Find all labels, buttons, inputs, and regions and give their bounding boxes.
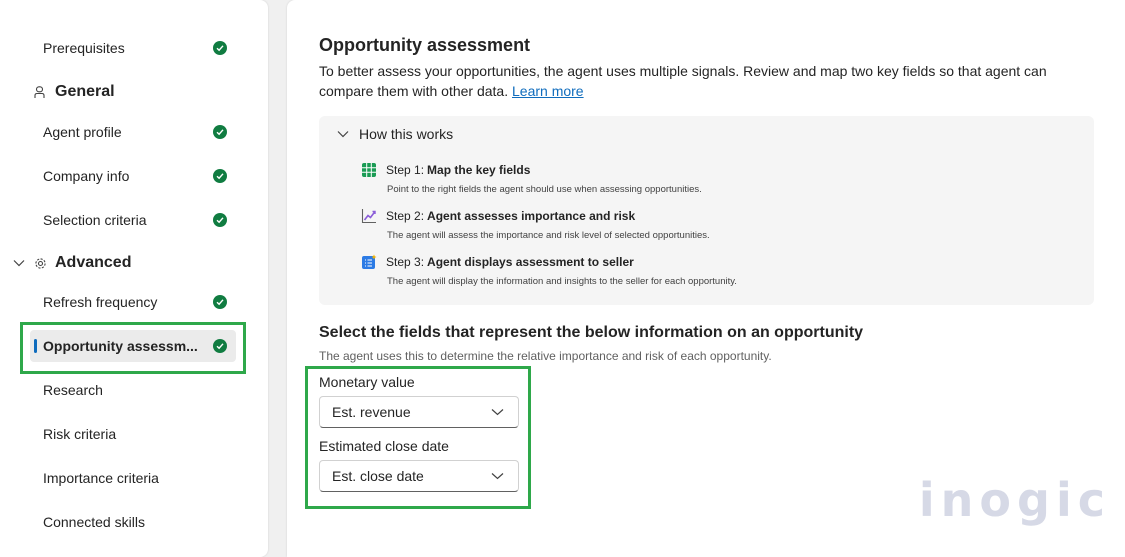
description-text: To better assess your opportunities, the…	[319, 63, 1047, 99]
checkmark-icon	[213, 169, 227, 183]
step-number: Step 3:	[386, 255, 425, 269]
sidebar-item-label: Selection criteria	[43, 212, 147, 228]
step-subtitle: The agent will assess the importance and…	[387, 230, 710, 241]
checkmark-icon	[213, 125, 227, 139]
highlight-frame	[305, 366, 531, 509]
step-title: Agent assesses importance and risk	[427, 209, 636, 223]
list-sparkle-icon	[361, 254, 377, 270]
page-title: Opportunity assessment	[319, 35, 531, 55]
sidebar-item-selection-criteria[interactable]: Selection criteria	[30, 204, 236, 236]
how-this-works-toggle[interactable]: How this works	[337, 126, 453, 142]
inogic-logo: inogic	[918, 473, 1111, 527]
checkmark-icon	[213, 295, 227, 309]
sidebar-item-label: Risk criteria	[43, 426, 117, 442]
sidebar-item-label: Company info	[43, 168, 130, 184]
sidebar-item-risk-criteria[interactable]: Risk criteria	[30, 418, 236, 450]
highlight-frame	[20, 322, 246, 374]
table-icon	[361, 162, 377, 178]
fields-section-subtitle: The agent uses this to determine the rel…	[319, 349, 772, 363]
step-title: Agent displays assessment to seller	[427, 255, 634, 269]
sidebar-item-research[interactable]: Research	[30, 374, 236, 406]
sidebar: Prerequisites General Agent profile Comp…	[0, 0, 268, 557]
step-number: Step 2:	[386, 209, 425, 223]
sidebar-item-label: Refresh frequency	[43, 294, 158, 310]
sidebar-item-agent-profile[interactable]: Agent profile	[30, 116, 236, 148]
sidebar-item-connected-skills[interactable]: Connected skills	[30, 506, 236, 538]
chevron-down-icon[interactable]	[13, 259, 25, 267]
gear-icon	[34, 257, 47, 270]
group-general-label: General	[55, 83, 115, 100]
group-general: General	[34, 83, 115, 101]
step-number: Step 1:	[386, 163, 425, 177]
sidebar-item-company-info[interactable]: Company info	[30, 160, 236, 192]
group-advanced-label: Advanced	[55, 254, 132, 271]
sidebar-item-label: Prerequisites	[43, 40, 125, 56]
sidebar-item-refresh-frequency[interactable]: Refresh frequency	[30, 286, 236, 318]
how-this-works-title: How this works	[359, 126, 454, 142]
sidebar-item-importance-criteria[interactable]: Importance criteria	[30, 462, 236, 494]
sidebar-item-label: Connected skills	[43, 514, 145, 530]
sidebar-item-label: Research	[43, 382, 103, 398]
step-3: Step 3: Agent displays assessment to sel…	[361, 254, 737, 287]
chevron-down-icon[interactable]	[337, 130, 349, 138]
how-this-works-panel: How this works Step 1: Map the key field…	[319, 116, 1094, 305]
sidebar-item-label: Importance criteria	[43, 470, 159, 486]
step-title: Map the key fields	[427, 163, 531, 177]
step-subtitle: Point to the right fields the agent shou…	[387, 184, 702, 195]
checkmark-icon	[213, 41, 227, 55]
step-subtitle: The agent will display the information a…	[387, 276, 737, 287]
sidebar-item-label: Agent profile	[43, 124, 122, 140]
step-1: Step 1: Map the key fields Point to the …	[361, 162, 702, 195]
trend-icon	[361, 208, 377, 224]
page-description: To better assess your opportunities, the…	[319, 61, 1059, 101]
checkmark-icon	[213, 213, 227, 227]
group-advanced[interactable]: Advanced	[13, 254, 131, 272]
sidebar-item-prerequisites[interactable]: Prerequisites	[30, 32, 236, 64]
step-2: Step 2: Agent assesses importance and ri…	[361, 208, 710, 241]
person-icon	[34, 85, 46, 99]
learn-more-link[interactable]: Learn more	[512, 83, 584, 99]
fields-section-title: Select the fields that represent the bel…	[319, 324, 864, 341]
